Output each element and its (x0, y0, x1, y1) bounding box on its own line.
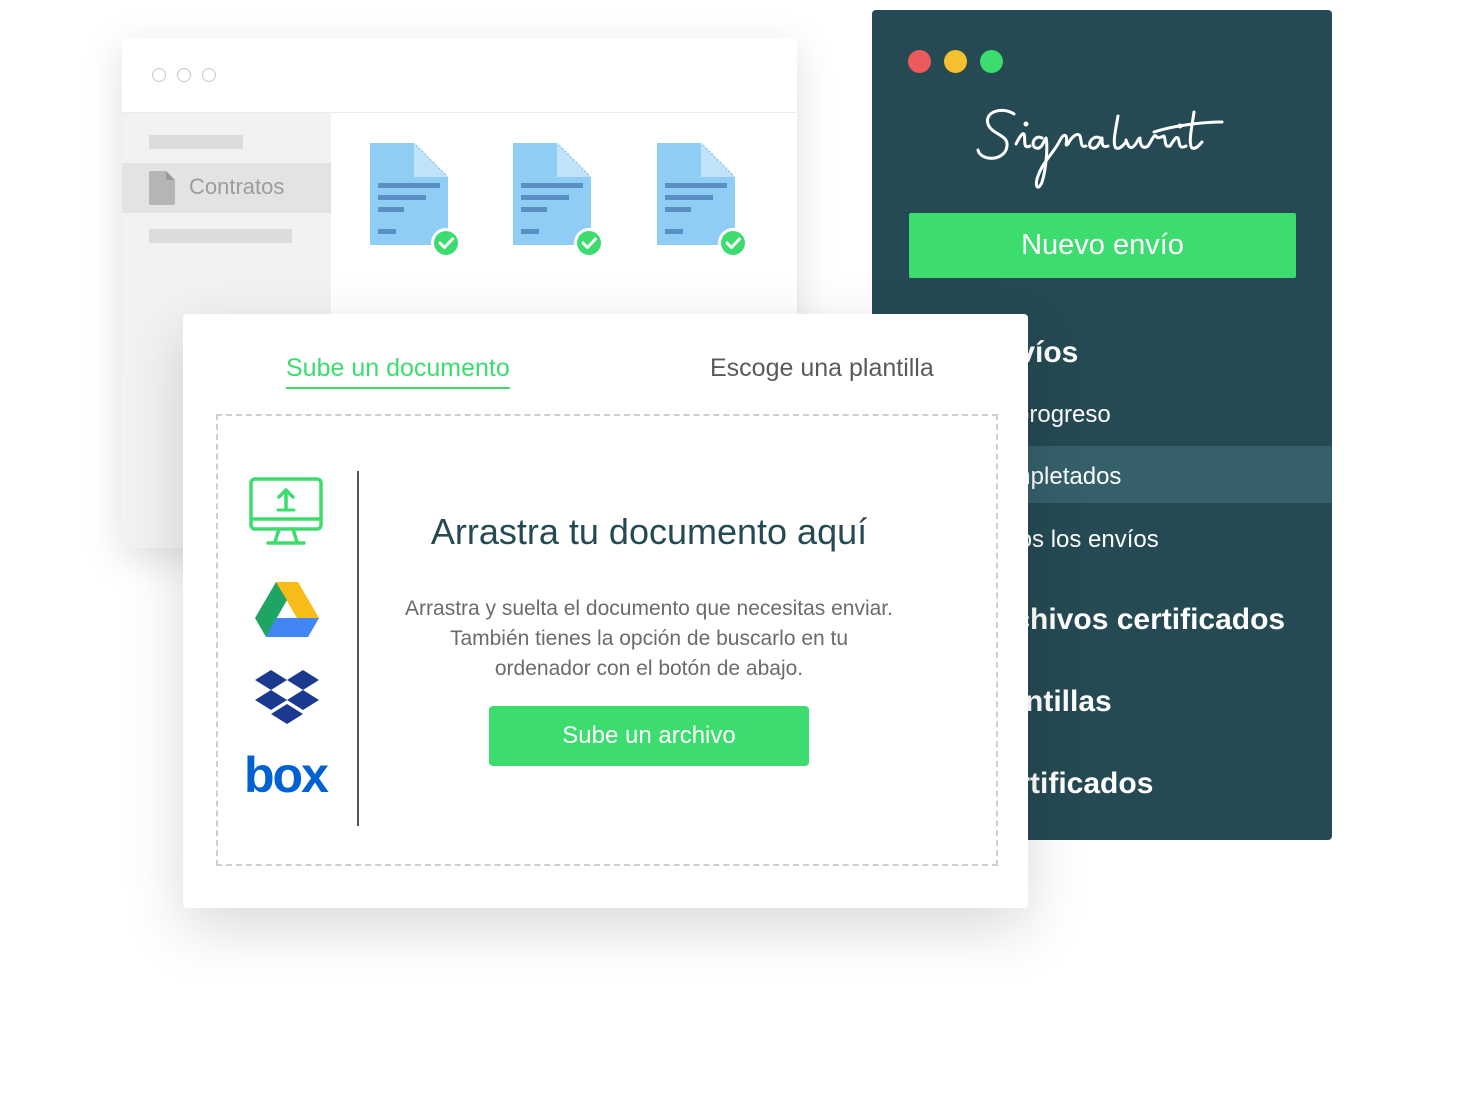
upload-dialog: Sube un documento Escoge una plantilla b… (183, 314, 1028, 908)
sidebar-placeholder (149, 229, 292, 243)
dropbox-icon[interactable] (255, 670, 319, 724)
drop-title: Arrastra tu documento aquí (430, 511, 868, 552)
window-minimize-dot[interactable] (944, 50, 967, 73)
sidebar-placeholder (149, 135, 243, 149)
window-close-dot[interactable] (908, 50, 931, 73)
document-icon[interactable] (655, 141, 751, 261)
window-maximize-dot[interactable] (980, 50, 1003, 73)
document-icon[interactable] (511, 141, 607, 261)
sidebar-item-contratos[interactable]: Contratos (122, 163, 331, 213)
computer-upload-icon[interactable] (248, 476, 324, 548)
svg-text:box: box (244, 752, 329, 800)
window-close-dot[interactable] (152, 68, 166, 82)
window-minimize-dot[interactable] (177, 68, 191, 82)
file-browser-titlebar (122, 38, 797, 113)
file-icon (149, 171, 175, 205)
check-icon (434, 231, 458, 255)
drop-zone[interactable]: box Arrastra tu documento aquí Arrastra … (216, 414, 998, 866)
drop-description: Arrastra y suelta el documento que neces… (405, 597, 893, 680)
signaturit-logo (976, 108, 1224, 189)
google-drive-icon[interactable] (255, 582, 319, 638)
check-icon (721, 231, 745, 255)
box-icon[interactable]: box (244, 752, 332, 800)
check-icon (577, 231, 601, 255)
new-send-button[interactable]: Nuevo envío (909, 213, 1296, 278)
window-maximize-dot[interactable] (202, 68, 216, 82)
tab-upload-document[interactable]: Sube un documento (286, 354, 510, 389)
upload-file-button[interactable]: Sube un archivo (489, 706, 809, 766)
tab-choose-template[interactable]: Escoge una plantilla (710, 354, 934, 383)
document-icon[interactable] (368, 141, 464, 261)
sidebar-item-label: Contratos (189, 174, 285, 199)
